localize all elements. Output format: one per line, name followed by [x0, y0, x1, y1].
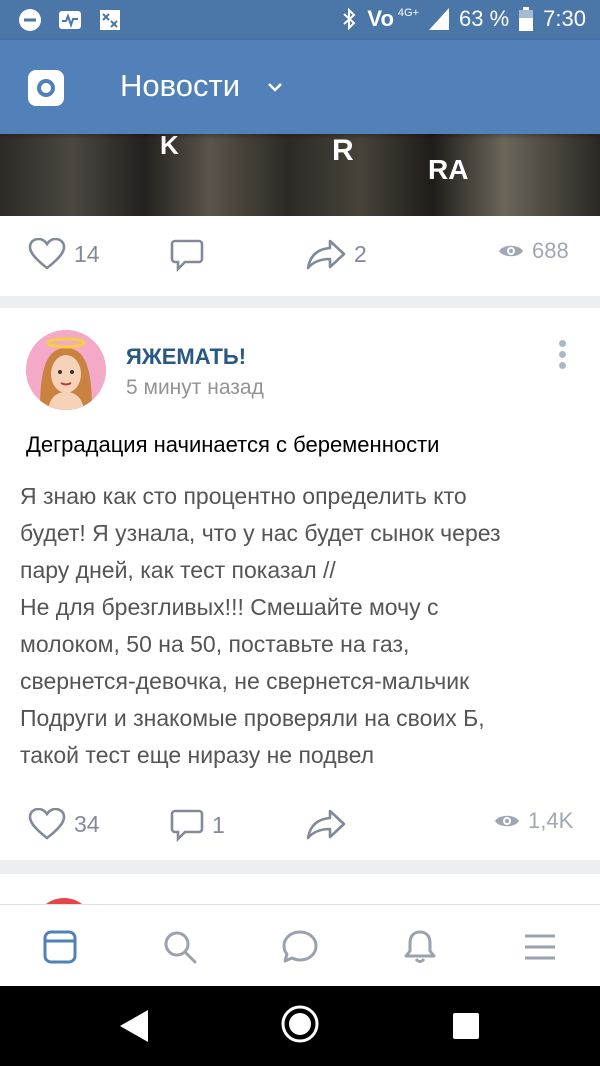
post-text-line: свернется-девочка, не свернется-мальчик — [20, 668, 470, 694]
home-icon[interactable] — [280, 1004, 320, 1044]
activity-icon — [59, 11, 81, 29]
page-title[interactable]: Новости — [120, 68, 240, 104]
battery-icon — [519, 7, 534, 31]
share-icon — [306, 239, 346, 270]
camera-icon[interactable] — [28, 70, 64, 106]
share-button[interactable] — [306, 808, 346, 840]
system-nav-bar — [0, 986, 600, 1066]
post-text-line: Не для брезгливых!!! Смешайте мочу с — [20, 594, 439, 620]
post-text: Я знаю как сто процентно определить кто … — [20, 478, 590, 774]
dnd-icon — [19, 9, 41, 31]
image-text-3: RA — [428, 154, 469, 185]
nav-search[interactable] — [160, 927, 200, 967]
signal-icon — [429, 8, 450, 30]
post-actions: 34 1 1,4K — [0, 798, 600, 854]
post-title: Деградация начинается с беременности — [26, 432, 440, 457]
like-button[interactable]: 14 — [28, 238, 100, 270]
comment-icon — [170, 809, 204, 842]
eye-icon — [495, 815, 519, 827]
eye-icon — [499, 245, 523, 257]
back-icon[interactable] — [118, 1008, 150, 1044]
post-text-line: пару дней, как тест показал // — [20, 557, 336, 583]
messages-icon — [282, 930, 318, 963]
post-text-line: Я знаю как сто процентно определить кто — [20, 483, 467, 509]
post-image[interactable]: K R RA — [0, 134, 600, 216]
image-text-2: R — [332, 134, 354, 167]
post-text-line: молоком, 50 на 50, поставьте на газ, — [20, 631, 410, 657]
post-text-line: такой тест еще ниразу не подвел — [20, 742, 375, 768]
chevron-down-icon[interactable] — [266, 80, 284, 94]
post-actions: 14 2 688 — [0, 228, 600, 284]
like-count: 34 — [74, 810, 100, 837]
like-count: 14 — [74, 240, 100, 267]
network-label: 4G+ — [397, 7, 420, 19]
menu-icon — [525, 934, 555, 960]
post-card-2: ЯЖЕМАТЬ! 5 минут назад Деградация начина… — [0, 308, 600, 860]
post-text-line: будет! Я узнала, что у нас будет сынок ч… — [20, 520, 501, 546]
bottom-nav — [0, 904, 600, 986]
more-options-icon[interactable] — [556, 340, 568, 372]
nav-newsfeed[interactable] — [40, 927, 80, 967]
carrier-label: Vo — [367, 6, 394, 31]
heart-icon — [28, 238, 66, 270]
comment-button[interactable] — [170, 238, 204, 272]
repost-count: 2 — [354, 240, 367, 267]
notifications-icon — [404, 930, 436, 963]
avatar[interactable] — [26, 330, 106, 410]
heart-icon — [28, 808, 66, 840]
group-name[interactable]: ЯЖЕМАТЬ! — [126, 344, 246, 370]
nav-menu[interactable] — [520, 927, 560, 967]
comment-button[interactable]: 1 — [170, 808, 225, 842]
clock: 7:30 — [543, 6, 586, 31]
app-header: Новости — [0, 40, 600, 134]
battery-percent: 63 % — [459, 6, 510, 31]
share-button[interactable]: 2 — [306, 238, 367, 270]
views: 688 — [498, 238, 569, 264]
nav-notifications[interactable] — [400, 927, 440, 967]
nav-messages[interactable] — [280, 927, 320, 967]
bluetooth-icon — [343, 7, 356, 31]
post-text-line: Подруги и знакомые проверяли на своих Б, — [20, 705, 485, 731]
image-text-1: K — [160, 134, 179, 160]
gallery-icon — [100, 10, 120, 30]
status-bar: Vo 4G+ 63 % 7:30 — [0, 0, 600, 40]
recents-icon[interactable] — [452, 1012, 480, 1040]
view-count: 1,4K — [528, 808, 574, 833]
post-time: 5 минут назад — [126, 376, 264, 399]
view-count: 688 — [532, 238, 569, 263]
search-icon — [164, 931, 197, 964]
newsfeed-icon — [43, 930, 77, 964]
comment-icon — [170, 239, 204, 272]
post-card-1: 14 2 688 — [0, 216, 600, 296]
views: 1,4K — [494, 808, 573, 834]
comment-count: 1 — [212, 811, 225, 838]
share-icon — [306, 809, 346, 840]
like-button[interactable]: 34 — [28, 808, 100, 840]
